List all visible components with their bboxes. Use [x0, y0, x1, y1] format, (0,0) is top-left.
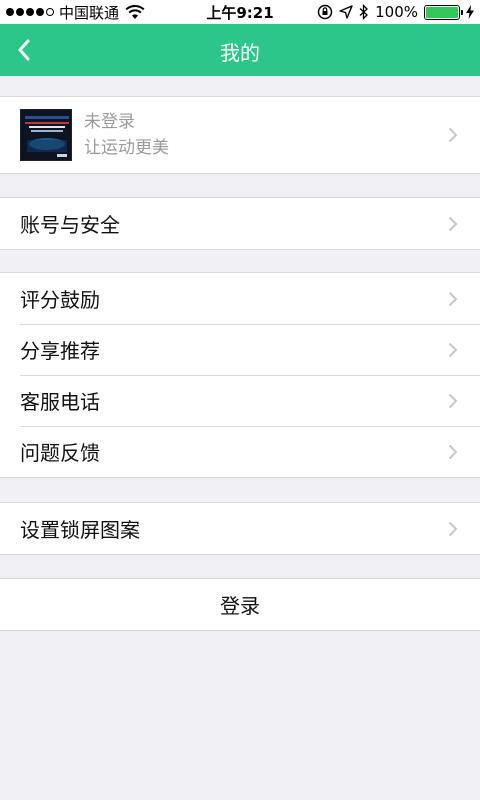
- menu-item-lock-pattern[interactable]: 设置锁屏图案: [0, 503, 480, 554]
- chevron-right-icon: [448, 521, 458, 536]
- menu-item-label: 设置锁屏图案: [20, 518, 140, 542]
- menu-item-account-security[interactable]: 账号与安全: [0, 198, 480, 249]
- login-button-label: 登录: [220, 594, 260, 618]
- menu-item-customer-service[interactable]: 客服电话: [0, 375, 480, 426]
- menu-item-feedback[interactable]: 问题反馈: [0, 426, 480, 477]
- menu-item-label: 分享推荐: [20, 339, 100, 363]
- battery-percent: 100%: [375, 3, 418, 21]
- chevron-right-icon: [448, 216, 458, 231]
- chevron-right-icon: [448, 393, 458, 408]
- account-group: 账号与安全: [0, 197, 480, 250]
- avatar: [20, 109, 72, 161]
- menu-item-label: 账号与安全: [20, 213, 120, 237]
- menu-item-label: 客服电话: [20, 390, 100, 414]
- login-button[interactable]: 登录: [0, 578, 480, 631]
- menu-item-label: 问题反馈: [20, 441, 100, 465]
- menu-item-rate[interactable]: 评分鼓励: [0, 273, 480, 324]
- menu-item-share[interactable]: 分享推荐: [0, 324, 480, 375]
- status-bar: 中国联通 上午9:21 100%: [0, 0, 480, 24]
- page-title: 我的: [220, 41, 260, 65]
- battery-level-fill: [426, 6, 458, 18]
- chevron-right-icon: [448, 127, 458, 143]
- screen: 中国联通 上午9:21 100% 我的 未登录 让运动更美 账号与安全 评分鼓励…: [0, 0, 480, 800]
- menu-item-label: 评分鼓励: [20, 288, 100, 312]
- charging-icon: [466, 5, 474, 19]
- login-status-text: 未登录: [84, 112, 135, 132]
- profile-row[interactable]: 未登录 让运动更美: [0, 97, 480, 173]
- status-right: 100%: [317, 3, 474, 21]
- chevron-right-icon: [448, 342, 458, 357]
- battery-icon: [424, 4, 463, 20]
- slogan-text: 让运动更美: [84, 138, 169, 158]
- profile-text: 未登录 让运动更美: [84, 109, 169, 161]
- chevron-right-icon: [448, 291, 458, 306]
- lock-group: 设置锁屏图案: [0, 502, 480, 555]
- location-icon: [339, 5, 353, 19]
- chevron-right-icon: [448, 444, 458, 459]
- profile-group: 未登录 让运动更美: [0, 96, 480, 174]
- orientation-lock-icon: [317, 4, 333, 20]
- bluetooth-icon: [359, 4, 369, 20]
- misc-group: 评分鼓励 分享推荐 客服电话 问题反馈: [0, 272, 480, 478]
- navigation-bar: 我的: [0, 24, 480, 76]
